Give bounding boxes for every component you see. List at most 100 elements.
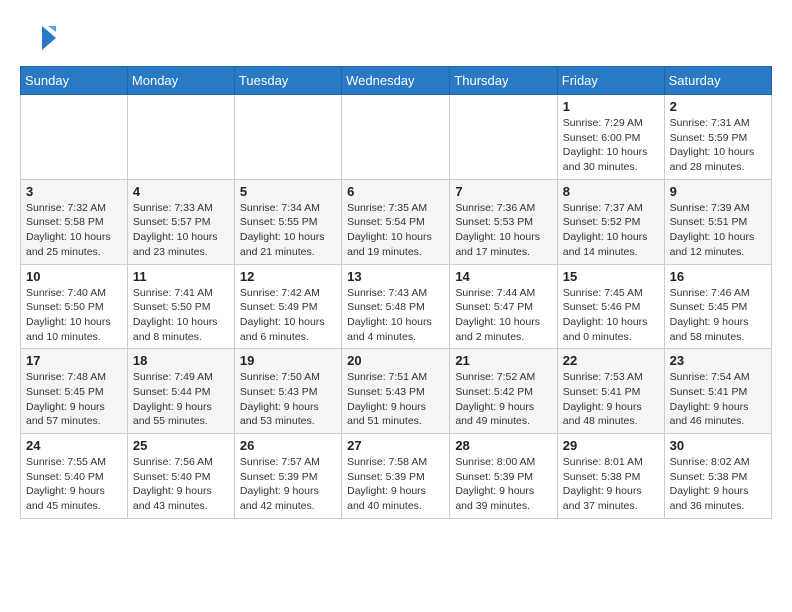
calendar-cell: 27 Sunrise: 7:58 AMSunset: 5:39 PMDayligh…	[342, 434, 450, 519]
day-number: 26	[240, 438, 336, 453]
calendar-week-row: 17Sunrise: 7:48 AMSunset: 5:45 PMDayligh…	[21, 349, 772, 434]
calendar-cell: 2 Sunrise: 7:31 AMSunset: 5:59 PMDaylight…	[664, 95, 771, 180]
day-number: 23	[670, 353, 766, 368]
calendar-cell: 4 Sunrise: 7:33 AMSunset: 5:57 PMDaylight…	[127, 179, 234, 264]
day-info: Sunrise: 7:31 AMSunset: 5:59 PMDaylight:…	[670, 116, 766, 175]
day-number: 15	[563, 269, 659, 284]
calendar-cell: 29 Sunrise: 8:01 AMSunset: 5:38 PMDayligh…	[557, 434, 664, 519]
calendar-cell	[127, 95, 234, 180]
day-info: Sunrise: 7:58 AMSunset: 5:39 PMDaylight:…	[347, 455, 444, 514]
day-number: 12	[240, 269, 336, 284]
calendar-cell: 24 Sunrise: 7:55 AMSunset: 5:40 PMDayligh…	[21, 434, 128, 519]
day-number: 1	[563, 99, 659, 114]
calendar-cell	[342, 95, 450, 180]
column-header-friday: Friday	[557, 67, 664, 95]
day-number: 4	[133, 184, 229, 199]
calendar-week-row: 1 Sunrise: 7:29 AMSunset: 6:00 PMDaylight…	[21, 95, 772, 180]
calendar-cell: 22 Sunrise: 7:53 AMSunset: 5:41 PMDayligh…	[557, 349, 664, 434]
day-number: 3	[26, 184, 122, 199]
day-info: Sunrise: 7:44 AMSunset: 5:47 PMDaylight:…	[455, 286, 551, 345]
calendar-cell: 8 Sunrise: 7:37 AMSunset: 5:52 PMDaylight…	[557, 179, 664, 264]
calendar-cell: 20 Sunrise: 7:51 AMSunset: 5:43 PMDayligh…	[342, 349, 450, 434]
day-info: Sunrise: 7:46 AMSunset: 5:45 PMDaylight:…	[670, 286, 766, 345]
day-info: Sunrise: 7:35 AMSunset: 5:54 PMDaylight:…	[347, 201, 444, 260]
column-header-thursday: Thursday	[450, 67, 557, 95]
calendar-cell: 19 Sunrise: 7:50 AMSunset: 5:43 PMDayligh…	[234, 349, 341, 434]
day-number: 30	[670, 438, 766, 453]
calendar-cell: 14 Sunrise: 7:44 AMSunset: 5:47 PMDayligh…	[450, 264, 557, 349]
day-number: 22	[563, 353, 659, 368]
calendar-cell: 13 Sunrise: 7:43 AMSunset: 5:48 PMDayligh…	[342, 264, 450, 349]
day-number: 9	[670, 184, 766, 199]
day-number: 25	[133, 438, 229, 453]
day-number: 29	[563, 438, 659, 453]
day-number: 16	[670, 269, 766, 284]
day-number: 18	[133, 353, 229, 368]
day-info: Sunrise: 7:34 AMSunset: 5:55 PMDaylight:…	[240, 201, 336, 260]
day-info: Sunrise: 7:45 AMSunset: 5:46 PMDaylight:…	[563, 286, 659, 345]
day-number: 7	[455, 184, 551, 199]
day-number: 28	[455, 438, 551, 453]
day-info: Sunrise: 7:32 AMSunset: 5:58 PMDaylight:…	[26, 201, 122, 260]
calendar-cell: 9 Sunrise: 7:39 AMSunset: 5:51 PMDaylight…	[664, 179, 771, 264]
day-info: Sunrise: 7:41 AMSunset: 5:50 PMDaylight:…	[133, 286, 229, 345]
column-header-saturday: Saturday	[664, 67, 771, 95]
calendar-cell: 21Sunrise: 7:52 AMSunset: 5:42 PMDayligh…	[450, 349, 557, 434]
logo-icon	[20, 20, 56, 56]
calendar-cell	[21, 95, 128, 180]
calendar-cell: 15 Sunrise: 7:45 AMSunset: 5:46 PMDayligh…	[557, 264, 664, 349]
day-number: 19	[240, 353, 336, 368]
day-number: 14	[455, 269, 551, 284]
day-info: Sunrise: 8:01 AMSunset: 5:38 PMDaylight:…	[563, 455, 659, 514]
day-info: Sunrise: 7:40 AMSunset: 5:50 PMDaylight:…	[26, 286, 122, 345]
column-header-wednesday: Wednesday	[342, 67, 450, 95]
day-number: 24	[26, 438, 122, 453]
calendar-cell: 17Sunrise: 7:48 AMSunset: 5:45 PMDayligh…	[21, 349, 128, 434]
day-info: Sunrise: 7:50 AMSunset: 5:43 PMDaylight:…	[240, 370, 336, 429]
calendar-cell: 11 Sunrise: 7:41 AMSunset: 5:50 PMDayligh…	[127, 264, 234, 349]
day-info: Sunrise: 7:37 AMSunset: 5:52 PMDaylight:…	[563, 201, 659, 260]
logo	[20, 20, 62, 56]
day-info: Sunrise: 7:39 AMSunset: 5:51 PMDaylight:…	[670, 201, 766, 260]
day-number: 21	[455, 353, 551, 368]
day-info: Sunrise: 7:43 AMSunset: 5:48 PMDaylight:…	[347, 286, 444, 345]
day-number: 10	[26, 269, 122, 284]
day-info: Sunrise: 7:29 AMSunset: 6:00 PMDaylight:…	[563, 116, 659, 175]
column-header-monday: Monday	[127, 67, 234, 95]
day-info: Sunrise: 7:53 AMSunset: 5:41 PMDaylight:…	[563, 370, 659, 429]
calendar-week-row: 24 Sunrise: 7:55 AMSunset: 5:40 PMDayligh…	[21, 434, 772, 519]
calendar-cell: 18 Sunrise: 7:49 AMSunset: 5:44 PMDayligh…	[127, 349, 234, 434]
calendar-cell: 6 Sunrise: 7:35 AMSunset: 5:54 PMDaylight…	[342, 179, 450, 264]
calendar-cell: 23 Sunrise: 7:54 AMSunset: 5:41 PMDayligh…	[664, 349, 771, 434]
day-number: 2	[670, 99, 766, 114]
day-number: 11	[133, 269, 229, 284]
day-number: 13	[347, 269, 444, 284]
calendar-cell: 28 Sunrise: 8:00 AMSunset: 5:39 PMDayligh…	[450, 434, 557, 519]
day-number: 5	[240, 184, 336, 199]
day-info: Sunrise: 7:48 AMSunset: 5:45 PMDaylight:…	[26, 370, 122, 429]
calendar-cell: 3 Sunrise: 7:32 AMSunset: 5:58 PMDaylight…	[21, 179, 128, 264]
day-info: Sunrise: 7:51 AMSunset: 5:43 PMDaylight:…	[347, 370, 444, 429]
day-info: Sunrise: 7:33 AMSunset: 5:57 PMDaylight:…	[133, 201, 229, 260]
day-info: Sunrise: 7:54 AMSunset: 5:41 PMDaylight:…	[670, 370, 766, 429]
day-info: Sunrise: 7:36 AMSunset: 5:53 PMDaylight:…	[455, 201, 551, 260]
day-info: Sunrise: 7:57 AMSunset: 5:39 PMDaylight:…	[240, 455, 336, 514]
column-header-sunday: Sunday	[21, 67, 128, 95]
calendar-cell: 1 Sunrise: 7:29 AMSunset: 6:00 PMDaylight…	[557, 95, 664, 180]
day-info: Sunrise: 7:49 AMSunset: 5:44 PMDaylight:…	[133, 370, 229, 429]
day-number: 8	[563, 184, 659, 199]
calendar-cell: 16 Sunrise: 7:46 AMSunset: 5:45 PMDayligh…	[664, 264, 771, 349]
calendar-table: SundayMondayTuesdayWednesdayThursdayFrid…	[20, 66, 772, 519]
day-info: Sunrise: 7:56 AMSunset: 5:40 PMDaylight:…	[133, 455, 229, 514]
calendar-header-row: SundayMondayTuesdayWednesdayThursdayFrid…	[21, 67, 772, 95]
day-number: 20	[347, 353, 444, 368]
day-number: 6	[347, 184, 444, 199]
calendar-cell: 5 Sunrise: 7:34 AMSunset: 5:55 PMDaylight…	[234, 179, 341, 264]
day-info: Sunrise: 8:00 AMSunset: 5:39 PMDaylight:…	[455, 455, 551, 514]
day-info: Sunrise: 7:55 AMSunset: 5:40 PMDaylight:…	[26, 455, 122, 514]
day-info: Sunrise: 8:02 AMSunset: 5:38 PMDaylight:…	[670, 455, 766, 514]
day-number: 27	[347, 438, 444, 453]
calendar-cell: 12Sunrise: 7:42 AMSunset: 5:49 PMDayligh…	[234, 264, 341, 349]
calendar-cell	[234, 95, 341, 180]
column-header-tuesday: Tuesday	[234, 67, 341, 95]
